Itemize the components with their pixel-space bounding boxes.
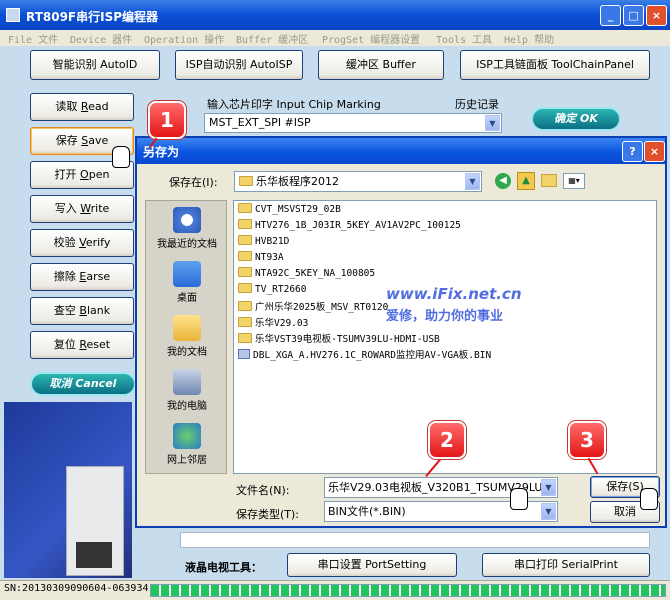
list-item[interactable]: TV_RT2660 [238,283,306,298]
menu-file[interactable]: File 文件 [8,31,58,46]
maximize-button[interactable]: □ [623,5,644,26]
tv-tools-label: 液晶电视工具： [185,561,262,574]
menu-tools[interactable]: Tools 工具 [436,31,492,46]
history-label: 历史记录 [455,98,499,111]
app-icon [6,8,20,22]
blank-check-button[interactable]: 查空 Blank [30,297,134,325]
recent-docs-icon [173,207,201,233]
reset-button[interactable]: 复位 Reset [30,331,134,359]
places-bar: 我最近的文档 桌面 我的文档 我的电脑 网上邻居 [145,200,227,474]
folder-icon [238,301,252,311]
list-item[interactable]: 广州乐华2025板_MSV_RT0120 [238,299,388,314]
save-in-label: 保存在(I): [169,176,218,189]
filename-label: 文件名(N): [236,484,290,497]
places-desktop[interactable]: 桌面 [146,261,228,304]
hand-cursor-icon [510,488,528,510]
list-item[interactable]: CVT_MSVST29_02B [238,203,341,218]
programmer-connector [76,542,112,568]
callout-1: 1 [148,101,186,139]
list-item[interactable]: DBL_XGA_A.HV276.1C_ROWARD监控用AV-VGA板.BIN [238,347,491,362]
window-titlebar: RT809F串行ISP编程器 _ □ × [0,0,670,30]
list-item[interactable]: HTV276_1B_J03IR_5KEY_AV1AV2PC_100125 [238,219,461,234]
folder-icon [238,317,252,327]
write-button[interactable]: 写入 Write [30,195,134,223]
menu-help[interactable]: Help 帮助 [504,31,554,46]
chevron-down-icon[interactable]: ▼ [465,173,480,190]
chevron-down-icon[interactable]: ▼ [541,503,556,520]
menu-bar: File 文件 Device 器件 Operation 操作 Buffer 缓冲… [0,30,670,46]
callout-2: 2 [428,421,466,459]
folder-icon [238,333,252,343]
horizontal-scrollbar[interactable] [180,532,650,548]
folder-icon [238,203,252,213]
folder-icon [238,283,252,293]
network-icon [173,423,201,449]
serial-number: SN:20130309090604-063934 [4,583,149,594]
erase-button[interactable]: 擦除 Earse [30,263,134,291]
save-in-value: 乐华板程序2012 [256,175,339,188]
callout-3: 3 [568,421,606,459]
serial-print-button[interactable]: 串口打印 SerialPrint [482,553,650,577]
window-title: RT809F串行ISP编程器 [26,10,159,24]
save-as-dialog: 另存为 ? × 保存在(I): 乐华板程序2012 ▼ ◀ ▲ ▦▾ 我最近的文… [135,136,667,528]
places-network[interactable]: 网上邻居 [146,423,228,466]
progress-bar [150,584,666,597]
folder-icon [238,235,252,245]
toolchain-panel-button[interactable]: ISP工具链面板 ToolChainPanel [460,50,650,80]
places-recent[interactable]: 我最近的文档 [146,207,228,250]
my-computer-icon [173,369,201,395]
watermark-text: 爱修，助力你的事业 [386,309,504,324]
help-button[interactable]: ? [622,141,643,162]
chevron-down-icon[interactable]: ▼ [485,115,500,131]
read-button[interactable]: 读取 Read [30,93,134,121]
programmer-photo [4,402,132,578]
folder-icon [238,251,252,261]
status-bar: SN:20130309090604-063934 [0,580,670,600]
back-icon[interactable]: ◀ [495,173,511,189]
ok-button[interactable]: 确定 OK [531,107,621,131]
my-documents-icon [173,315,201,341]
places-my-documents[interactable]: 我的文档 [146,315,228,358]
autoid-button[interactable]: 智能识别 AutoID [30,50,160,80]
folder-icon [238,267,252,277]
dialog-close-button[interactable]: × [644,141,665,162]
buffer-button[interactable]: 缓冲区 Buffer [318,50,444,80]
menu-buffer[interactable]: Buffer 缓冲区 [236,31,308,46]
view-menu-icon[interactable]: ▦▾ [563,173,585,189]
minimize-button[interactable]: _ [600,5,621,26]
folder-icon [238,219,252,229]
list-item[interactable]: HVB21D [238,235,289,250]
up-folder-icon[interactable]: ▲ [517,172,535,190]
filetype-label: 保存类型(T): [236,508,300,521]
autoisp-button[interactable]: ISP自动识别 AutoISP [175,50,303,80]
hand-cursor-icon [112,146,130,168]
menu-progset[interactable]: ProgSet 编程器设置 [322,31,420,46]
list-item[interactable]: NTA92C_5KEY_NA_100805 [238,267,375,282]
chip-marking-label: 输入芯片印字 Input Chip Marking [207,98,381,111]
save-in-combo[interactable]: 乐华板程序2012 ▼ [234,171,482,192]
list-item[interactable]: 乐华VST39电视板-TSUMV39LU-HDMI-USB [238,331,440,346]
new-folder-icon[interactable] [541,174,557,187]
desktop-icon [173,261,201,287]
chip-marking-value: MST_EXT_SPI #ISP [209,116,311,129]
list-item[interactable]: NT93A [238,251,284,266]
folder-icon [239,176,253,186]
close-button[interactable]: × [646,5,667,26]
chip-marking-combo[interactable]: MST_EXT_SPI #ISP ▼ [204,113,502,133]
filetype-value: BIN文件(*.BIN) [328,505,406,518]
watermark-url: www.iFix.net.cn [386,285,522,303]
menu-device[interactable]: Device 器件 [70,31,132,46]
dialog-titlebar: 另存为 ? × [137,138,665,164]
list-item[interactable]: 乐华V29.03 [238,315,308,330]
menu-operation[interactable]: Operation 操作 [144,31,224,46]
cancel-operation-button[interactable]: 取消 Cancel [30,372,136,396]
port-setting-button[interactable]: 串口设置 PortSetting [287,553,457,577]
hand-cursor-icon [640,488,658,510]
chevron-down-icon[interactable]: ▼ [541,479,556,496]
places-my-computer[interactable]: 我的电脑 [146,369,228,412]
verify-button[interactable]: 校验 Verify [30,229,134,257]
bin-file-icon [238,349,250,359]
